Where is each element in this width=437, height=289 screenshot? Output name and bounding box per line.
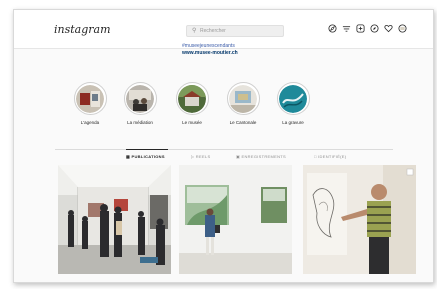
- highlight-cantonale-thumbnail: [229, 84, 257, 113]
- highlight-label: La médiation: [127, 120, 153, 125]
- highlight-musee[interactable]: Le musée: [171, 82, 213, 125]
- active-tab-indicator: [126, 149, 168, 150]
- profile-bio: #museejeunescendants www.musee-moutier.c…: [182, 43, 238, 57]
- heart-icon[interactable]: [384, 24, 393, 33]
- bio-hashtag[interactable]: #museejeunescendants: [182, 43, 238, 50]
- highlight-agenda[interactable]: L'agenda: [69, 82, 111, 125]
- highlight-label: L'agenda: [80, 120, 100, 125]
- filter-icon[interactable]: [342, 24, 351, 33]
- search-input[interactable]: ⚲ Rechercher: [186, 25, 284, 37]
- add-post-icon[interactable]: [356, 24, 365, 33]
- tab-reels[interactable]: ▷ REELS: [191, 154, 210, 159]
- highlight-mediation[interactable]: La médiation: [119, 82, 161, 125]
- tab-saved[interactable]: ▣ ENREGISTREMENTS: [236, 154, 286, 159]
- post-thumbnail-gallery-visitors[interactable]: [58, 165, 171, 274]
- highlight-ring: [123, 82, 157, 115]
- post-image: [179, 165, 292, 274]
- highlight-ring: [226, 82, 260, 115]
- highlight-ring: [276, 82, 310, 115]
- tab-publications[interactable]: ▦ PUBLICATIONS: [126, 154, 165, 159]
- bio-website-link[interactable]: www.musee-moutier.ch: [182, 50, 238, 57]
- tab-label: PUBLICATIONS: [131, 154, 165, 159]
- highlight-label: Le Cantonale: [229, 120, 257, 125]
- highlight-musee-thumbnail: [178, 84, 206, 113]
- highlight-mediation-thumbnail: [126, 84, 154, 113]
- instagram-logo[interactable]: instagram: [54, 23, 111, 36]
- tab-label: REELS: [195, 154, 211, 159]
- explore-icon[interactable]: [370, 24, 379, 33]
- highlight-agenda-thumbnail: [76, 84, 104, 113]
- tab-tagged[interactable]: □ IDENTIFIÉ(E): [314, 154, 346, 159]
- post-image: [58, 165, 171, 274]
- search-icon: ⚲: [192, 28, 197, 34]
- highlight-gravure[interactable]: La gravure: [272, 82, 314, 125]
- tab-label: IDENTIFIÉ(E): [318, 154, 347, 159]
- highlight-gravure-thumbnail: [279, 84, 307, 113]
- highlight-cantonale[interactable]: Le Cantonale: [222, 82, 264, 125]
- highlight-label: La gravure: [282, 120, 304, 125]
- highlight-label: Le musée: [182, 120, 202, 125]
- story-highlights: L'agenda La médiation Le musée Le Canton…: [14, 82, 433, 137]
- post-image: [303, 165, 416, 274]
- compass-icon[interactable]: [328, 24, 337, 33]
- post-thumbnail-artist[interactable]: [303, 165, 416, 274]
- tabs-divider: [55, 149, 393, 150]
- tab-label: ENREGISTREMENTS: [241, 154, 287, 159]
- search-placeholder: Rechercher: [200, 27, 226, 34]
- browser-window: instagram ⚲ Rechercher #museejeunescenda…: [13, 9, 434, 283]
- post-thumbnail-exhibition[interactable]: [179, 165, 292, 274]
- highlight-ring: [175, 82, 209, 115]
- profile-icon[interactable]: [398, 24, 407, 33]
- highlight-ring: [73, 82, 107, 115]
- nav-icon-bar: [318, 24, 430, 36]
